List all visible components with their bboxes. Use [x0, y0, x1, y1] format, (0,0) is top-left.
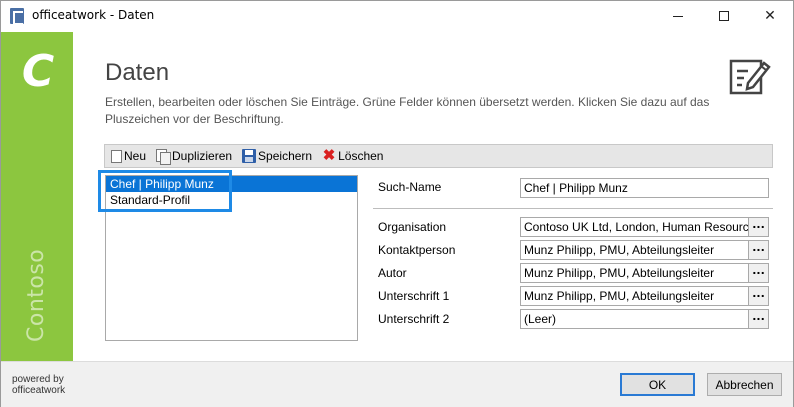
delete-icon: ✖	[322, 147, 336, 164]
dialog-window: officeatwork - Daten ✕ C Contoso Daten E…	[0, 0, 794, 407]
contact-field[interactable]: Munz Philipp, PMU, Abteilungsleiter	[520, 240, 749, 260]
duplicate-label: Duplizieren	[172, 149, 233, 163]
new-label: Neu	[124, 149, 147, 163]
contact-label: Kontaktperson	[378, 243, 456, 257]
duplicate-button[interactable]: Duplizieren	[156, 149, 233, 165]
officeatwork-logo: C	[21, 46, 55, 97]
page-description: Erstellen, bearbeiten oder löschen Sie E…	[105, 95, 710, 126]
maximize-icon	[719, 11, 729, 21]
new-document-icon	[111, 149, 122, 163]
powered-by: powered by officeatwork	[12, 374, 65, 396]
save-label: Speichern	[258, 149, 313, 163]
ok-button[interactable]: OK	[620, 373, 695, 396]
organisation-browse-button[interactable]: ...	[748, 217, 769, 237]
signature2-field[interactable]: (Leer)	[520, 309, 749, 329]
new-button[interactable]: Neu	[111, 149, 146, 163]
minimize-icon	[673, 15, 683, 17]
page-title: Daten	[105, 59, 170, 86]
organisation-field[interactable]: Contoso UK Ltd, London, Human Resources	[520, 217, 749, 237]
signature1-field[interactable]: Munz Philipp, PMU, Abteilungsleiter	[520, 286, 749, 306]
signature1-browse-button[interactable]: ...	[748, 286, 769, 306]
powered-line1: powered by	[12, 374, 64, 385]
organisation-label: Organisation	[378, 220, 447, 234]
delete-button[interactable]: ✖ Löschen	[322, 147, 384, 164]
signature2-label: Unterschrift 2	[378, 312, 450, 326]
brand-sidebar: C Contoso	[1, 32, 73, 361]
close-icon: ✕	[764, 8, 776, 24]
delete-label: Löschen	[338, 149, 384, 163]
title-bar[interactable]: officeatwork - Daten ✕	[1, 1, 793, 31]
app-icon	[10, 8, 24, 25]
author-field[interactable]: Munz Philipp, PMU, Abteilungsleiter	[520, 263, 749, 283]
signature1-label: Unterschrift 1	[378, 289, 450, 303]
contact-browse-button[interactable]: ...	[748, 240, 769, 260]
author-label: Autor	[378, 266, 407, 280]
highlight-annotation	[98, 170, 232, 212]
footer: powered by officeatwork OK Abbrechen	[1, 362, 793, 407]
search-name-label: Such-Name	[378, 180, 442, 194]
powered-line2: officeatwork	[12, 385, 66, 396]
minimize-button[interactable]	[655, 1, 701, 31]
search-name-field[interactable]: Chef | Philipp Munz	[520, 178, 769, 198]
brand-name: Contoso	[24, 248, 49, 342]
edit-document-icon	[729, 59, 771, 95]
window-title: officeatwork - Daten	[32, 8, 155, 22]
close-button[interactable]: ✕	[747, 1, 793, 31]
save-button[interactable]: Speichern	[242, 149, 312, 163]
signature2-browse-button[interactable]: ...	[748, 309, 769, 329]
form-divider	[373, 208, 773, 209]
toolbar: Neu Duplizieren Speichern ✖ Löschen	[104, 144, 773, 168]
save-icon	[242, 149, 257, 163]
maximize-button[interactable]	[701, 1, 747, 31]
cancel-button[interactable]: Abbrechen	[707, 373, 782, 396]
duplicate-icon	[156, 149, 172, 165]
author-browse-button[interactable]: ...	[748, 263, 769, 283]
